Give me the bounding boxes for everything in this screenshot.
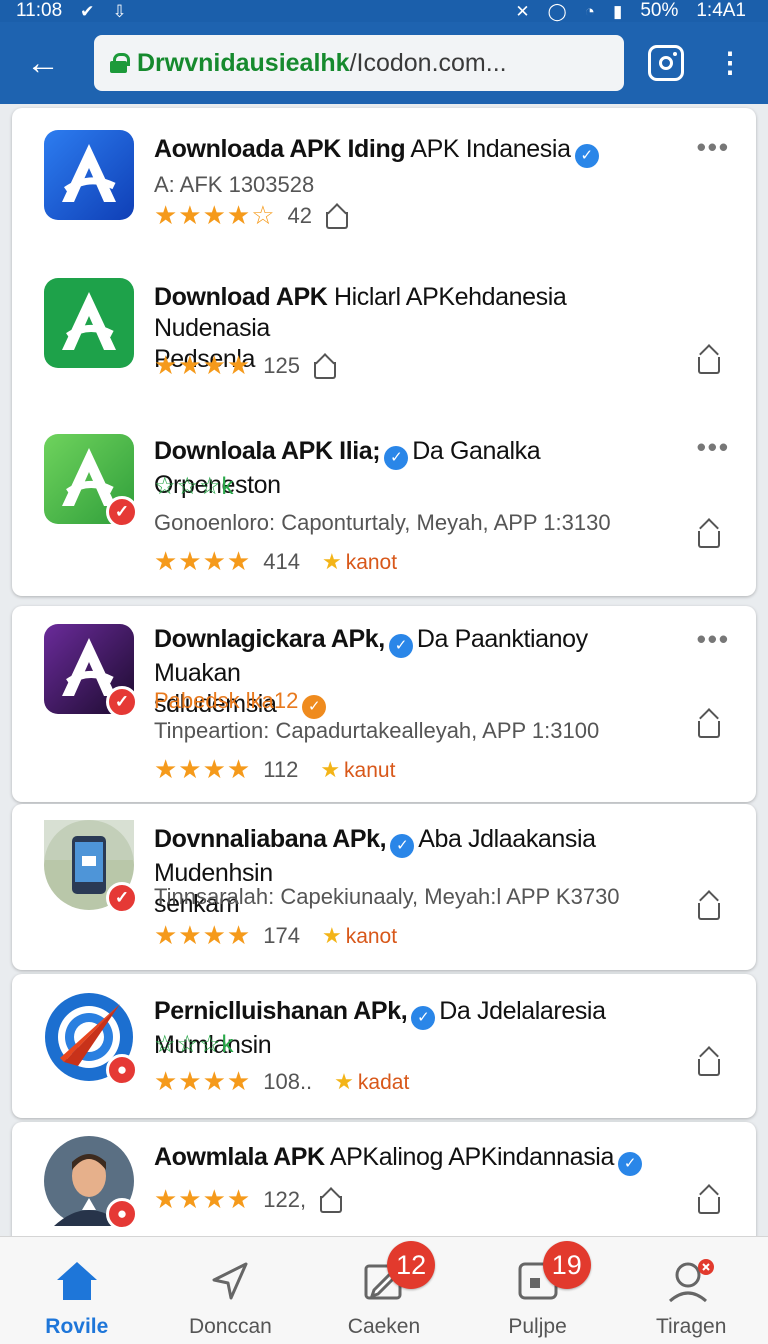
verified-icon: ✓ — [411, 1006, 436, 1030]
verified-icon: ✓ — [390, 834, 415, 858]
rating: ★★★★☆ 42 — [154, 200, 349, 231]
list-item[interactable]: ✓ Dovnnaliabana APk, ✓ Aba Jdlaakansia Mud… — [12, 804, 756, 970]
share-icon[interactable] — [698, 344, 724, 374]
installed-check-icon: ✓ — [106, 882, 138, 914]
share-icon[interactable] — [698, 890, 724, 920]
nav-discover[interactable]: Donccan — [154, 1237, 308, 1344]
verified-icon: ✓ — [388, 634, 413, 658]
rating: ★★★★ 112 ★ kanut — [154, 754, 396, 784]
battery-level: 50% — [640, 0, 679, 21]
list-item[interactable]: ● Aowmlala APK APKalinog APKindannasia ✓ … — [12, 1122, 756, 1236]
nav-edit[interactable]: Caeken 12 — [307, 1237, 461, 1344]
verified-icon: ✓ — [617, 1152, 642, 1176]
app-avatar: ● — [44, 1136, 138, 1230]
secondary-rating: ☆☆☆k — [154, 1031, 235, 1058]
back-arrow-icon[interactable]: ← — [18, 38, 68, 88]
status-dot-icon: ● — [106, 1198, 138, 1230]
app-list: Aownloada APK Iding APK Indanesia ✓ A: AF… — [0, 104, 768, 1236]
list-item[interactable]: ✓ Downlagickara APk, ✓ Da Paanktianoy Muak… — [12, 606, 756, 802]
share-icon[interactable] — [698, 708, 724, 738]
app-subtitle: Tinpeartion: Capadurtakealleyah, APP 1:3… — [154, 718, 600, 743]
download-icon: ⇩ — [112, 1, 127, 21]
share-icon[interactable] — [698, 1046, 724, 1076]
list-item[interactable]: ✓ Downloala APK Ilia; ✓ Da Ganalka Orpenes… — [12, 408, 756, 596]
camera-icon[interactable] — [648, 45, 684, 81]
rating: ★★★★ 108.. ★ kadat — [154, 1066, 410, 1096]
overflow-menu-icon[interactable]: ⋮ — [716, 49, 744, 77]
app-title: Aownloada APK Iding APK Indanesia ✓ — [154, 134, 656, 168]
share-icon[interactable] — [698, 1184, 724, 1214]
verified-icon: ✓ — [384, 446, 409, 470]
app-title: Aowmlala APK APKalinog APKindannasia ✓ — [154, 1142, 656, 1176]
app-icon: ● — [44, 992, 138, 1086]
installed-check-icon: ✓ — [106, 686, 138, 718]
url-bar[interactable]: Drwvnidausiealhk /Icodon.com... — [94, 35, 624, 91]
more-options-icon[interactable]: ••• — [697, 624, 730, 655]
nav-pages[interactable]: Puljpe 19 — [461, 1237, 615, 1344]
url-path: /Icodon.com... — [349, 48, 507, 77]
rating: ★★★★ 122, — [154, 1184, 343, 1215]
notification-icon: ✔ — [80, 1, 95, 21]
nav-label: Rovile — [45, 1315, 109, 1338]
developer-label: Pabedsk lka12 ✓ — [154, 688, 330, 719]
nav-label: Caeken — [347, 1315, 421, 1338]
more-options-icon[interactable]: ••• — [697, 132, 730, 163]
notification-badge: 19 — [542, 1241, 591, 1289]
status-time: 11:08 — [16, 0, 63, 21]
app-subtitle: A: AFK 1303528 — [154, 172, 315, 197]
home-icon — [55, 1259, 99, 1303]
notification-badge: 12 — [387, 1241, 436, 1289]
app-card-group: Aownloada APK Iding APK Indanesia ✓ A: AF… — [12, 108, 756, 596]
url-host: Drwvnidausiealhk — [137, 48, 350, 77]
installed-check-icon: ✓ — [106, 496, 138, 528]
cell-signal-icon: ▮ — [612, 1, 623, 21]
app-icon: ✓ — [44, 434, 138, 528]
app-card: ● Aowmlala APK APKalinog APKindannasia ✓ … — [12, 1122, 756, 1236]
share-icon[interactable] — [326, 202, 349, 229]
app-card: ✓ Downlagickara APk, ✓ Da Paanktianoy Muak… — [12, 606, 756, 802]
rating: ★★★★ 174 ★ kanot — [154, 920, 398, 950]
status-bar: 11:08 ✔ ⇩ ✕ ◯ ◔ ▮ 50% 1:4A1 — [0, 0, 768, 22]
status-clock: 1:4A1 — [696, 0, 746, 21]
nav-label: Tiragen — [655, 1315, 727, 1338]
rating: ★★★★ 125 — [154, 350, 336, 381]
verified-icon: ✓ — [574, 144, 599, 168]
list-item[interactable]: Aownloada APK Iding APK Indanesia ✓ A: AF… — [12, 108, 756, 258]
rating: ★★★★ 414 ★ kanot — [154, 546, 398, 576]
lock-icon — [110, 53, 130, 73]
more-options-icon[interactable]: ••• — [697, 432, 730, 463]
signal-off-icon: ✕ — [515, 1, 530, 21]
app-card: ● Perniclluishanan APk, ✓ Da Jdelalaresia … — [12, 974, 756, 1118]
user-icon — [666, 1259, 716, 1303]
wifi-icon: ◔ — [584, 1, 595, 21]
share-icon[interactable] — [698, 518, 724, 548]
installed-check-icon: ● — [106, 1054, 138, 1086]
app-subtitle: Gonoenloro: Caponturtaly, Meyah, APP 1:3… — [154, 510, 611, 535]
app-icon — [44, 278, 134, 368]
share-icon[interactable] — [313, 352, 336, 379]
nav-profile[interactable]: Tiragen — [614, 1237, 768, 1344]
list-item[interactable]: Download APK Hiclarl APKehdanesia Nudena… — [12, 258, 756, 408]
location-icon: ◯ — [547, 1, 567, 21]
app-card: ✓ Dovnnaliabana APk, ✓ Aba Jdlaakansia Mud… — [12, 804, 756, 970]
navigation-arrow-icon — [208, 1259, 252, 1303]
nav-label: Donccan — [188, 1315, 272, 1338]
nav-home[interactable]: Rovile — [0, 1237, 154, 1344]
bottom-navigation: Rovile Donccan Caeken 12 Puljpe 19 Tirag… — [0, 1236, 768, 1344]
app-icon — [44, 130, 134, 220]
app-subtitle: Tinnsaralah: Capekiunaaly, Meyah:l APP K… — [154, 884, 620, 909]
share-icon[interactable] — [320, 1186, 343, 1213]
app-icon: ✓ — [44, 820, 138, 914]
secondary-rating: ☆☆☆k — [154, 473, 235, 500]
list-item[interactable]: ● Perniclluishanan APk, ✓ Da Jdelalaresia … — [12, 974, 756, 1118]
nav-label: Puljpe — [508, 1315, 567, 1338]
verified-icon: ✓ — [302, 695, 327, 719]
app-icon: ✓ — [44, 624, 138, 718]
browser-toolbar: ← Drwvnidausiealhk /Icodon.com... ⋮ — [0, 22, 768, 104]
